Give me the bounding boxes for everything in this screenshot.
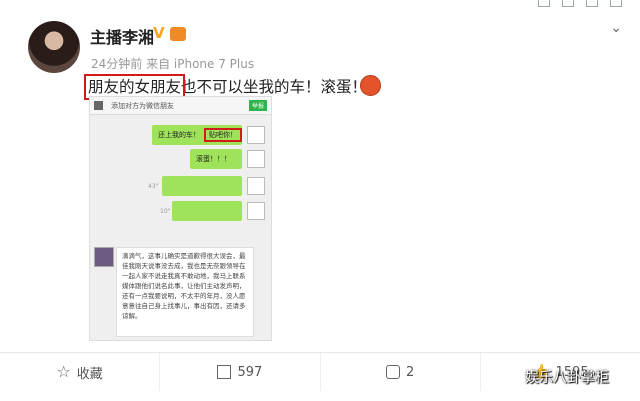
highlighted-text: 朋友的女朋友 — [83, 74, 186, 100]
post-text: 朋友的女朋友也不可以坐我的车！滚蛋！ — [83, 74, 368, 100]
chat-avatar — [247, 150, 265, 168]
favorite-label: 收藏 — [76, 366, 103, 382]
post-meta: 24分钟前 来自 iPhone 7 Plus — [91, 57, 255, 71]
bubble-text: 还上我的车！ — [158, 131, 200, 139]
contact-icon — [94, 101, 103, 110]
comment-count: 2 — [405, 364, 415, 380]
watermark: 娱乐八卦掌柜 — [525, 370, 609, 386]
chevron-down-icon[interactable]: ⌄ — [610, 20, 622, 36]
comment-icon — [385, 365, 400, 379]
icon-3 — [586, 0, 598, 7]
chat-avatar — [247, 126, 265, 144]
chat-header: 添加对方为微信朋友 举报 — [90, 97, 271, 115]
chat-bubble: 滚蛋！！！ — [190, 149, 242, 169]
top-right-icons — [538, 0, 622, 7]
bubble-highlight: 贴吧你！ — [204, 128, 242, 142]
voice-bubble — [172, 201, 242, 221]
chat-avatar — [247, 202, 265, 220]
author-name[interactable]: 主播李湘 — [90, 24, 154, 48]
sender-avatar — [94, 247, 114, 267]
verified-badge-icon: V — [153, 24, 165, 42]
voice-duration: 10" — [160, 208, 171, 215]
angry-emoji-icon — [360, 75, 381, 96]
icon-1 — [538, 0, 550, 7]
reply-message: 滴滴气，这事儿确实是道歉得很大误会，最佳我刚天说事没去成，我也是无奈跟领导在一起… — [116, 247, 254, 337]
chat-bubble: 还上我的车！ 贴吧你！ — [152, 125, 242, 145]
post-text-rest: 也不可以坐我的车！滚蛋！ — [181, 78, 368, 96]
chat-avatar — [247, 177, 265, 195]
icon-2 — [562, 0, 574, 7]
member-crown-icon — [170, 27, 186, 41]
icon-4 — [610, 0, 622, 7]
star-icon: ☆ — [56, 362, 71, 381]
voice-duration: 43" — [148, 183, 159, 190]
repost-icon — [217, 365, 232, 379]
avatar[interactable] — [28, 21, 80, 73]
chat-header-title: 添加对方为微信朋友 — [111, 101, 174, 110]
voice-bubble — [162, 176, 242, 196]
favorite-button[interactable]: ☆ 收藏 — [0, 353, 161, 391]
chat-screenshot-image[interactable]: 添加对方为微信朋友 举报 还上我的车！ 贴吧你！ 滚蛋！！！ 43" 10" 滴… — [89, 96, 272, 341]
report-button: 举报 — [248, 100, 267, 111]
comment-button[interactable]: 2 — [321, 353, 481, 391]
repost-count: 597 — [237, 364, 263, 380]
repost-button[interactable]: 597 — [160, 353, 321, 391]
